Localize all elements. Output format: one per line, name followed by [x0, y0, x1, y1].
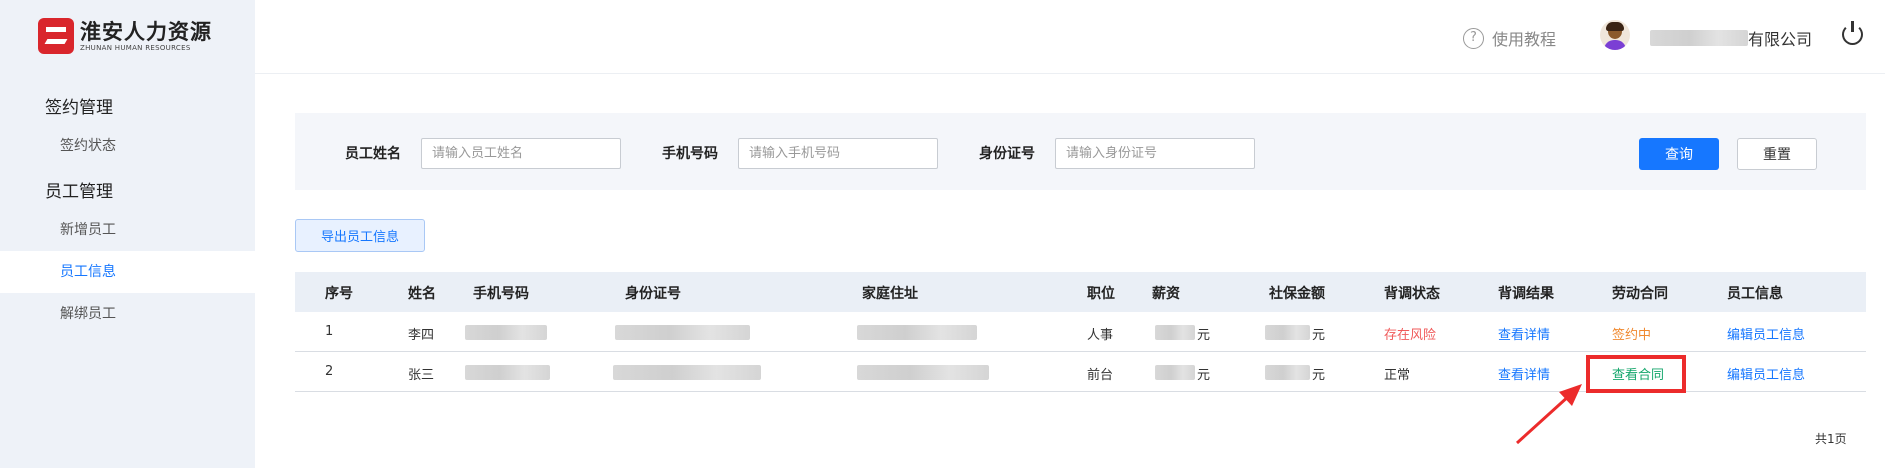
- annotation-arrow: [1515, 384, 1582, 445]
